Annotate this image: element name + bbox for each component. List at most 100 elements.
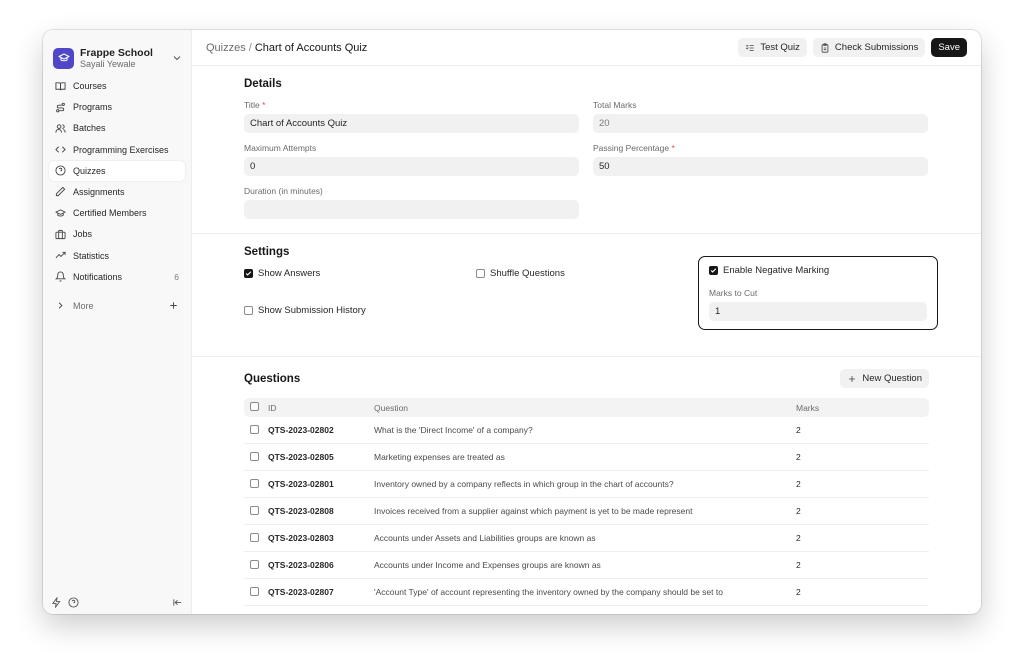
sidebar-footer: [51, 597, 183, 608]
shuffle-questions-checkbox[interactable]: Shuffle Questions: [476, 268, 565, 279]
save-button[interactable]: Save: [931, 38, 967, 57]
show-submission-history-checkbox[interactable]: Show Submission History: [244, 305, 366, 316]
row-checkbox[interactable]: [250, 451, 259, 461]
question-marks: 2: [796, 479, 801, 489]
question-marks: 2: [796, 560, 801, 570]
show-submission-history-label: Show Submission History: [258, 305, 366, 316]
enable-negative-marking-checkbox[interactable]: Enable Negative Marking: [709, 265, 927, 276]
notification-count: 6: [174, 271, 179, 282]
table-row[interactable]: QTS-2023-02807 'Account Type' of account…: [244, 579, 929, 606]
sidebar-item-label: Quizzes: [73, 165, 106, 176]
quiz-form: Details Title * Chart of Accounts Quiz T…: [192, 66, 981, 606]
sidebar-item-label: Courses: [73, 81, 107, 91]
question-marks: 2: [796, 452, 801, 462]
test-quiz-button[interactable]: Test Quiz: [738, 38, 807, 57]
sidebar-item-more[interactable]: More: [49, 296, 185, 316]
question-marks: 2: [796, 506, 801, 516]
app-window: Frappe School Sayali Yewale Courses Prog…: [43, 30, 981, 614]
sidebar-item-label: Assignments: [73, 186, 125, 197]
question-id: QTS-2023-02802: [268, 425, 334, 435]
sidebar-item-certified-members[interactable]: Certified Members: [49, 203, 185, 223]
table-row[interactable]: QTS-2023-02801 Inventory owned by a comp…: [244, 471, 929, 498]
sidebar-item-statistics[interactable]: Statistics: [49, 246, 185, 266]
column-marks: Marks: [796, 402, 820, 413]
settings-section: Settings Show Answers Shuffle Questions …: [244, 234, 938, 356]
check-submissions-label: Check Submissions: [834, 42, 919, 53]
row-checkbox[interactable]: [250, 424, 259, 434]
total-marks-input[interactable]: 20: [593, 114, 928, 133]
org-switcher[interactable]: Frappe School Sayali Yewale: [43, 30, 191, 76]
question-id: QTS-2023-02808: [268, 506, 334, 516]
table-row[interactable]: QTS-2023-02808 Invoices received from a …: [244, 498, 929, 525]
list-check-icon: [746, 44, 755, 51]
topbar: Quizzes / Chart of Accounts Quiz Test Quiz…: [192, 30, 981, 66]
show-answers-label: Show Answers: [258, 268, 321, 279]
sidebar-item-notifications[interactable]: Notifications 6: [49, 267, 185, 287]
sidebar-item-label: Notifications: [73, 271, 123, 282]
sidebar-item-label: Programming Exercises: [73, 144, 169, 155]
question-text: Accounts under Assets and Liabilities gr…: [374, 533, 596, 543]
table-row[interactable]: QTS-2023-02802 What is the 'Direct Incom…: [244, 417, 929, 444]
enable-negative-marking-label: Enable Negative Marking: [723, 265, 830, 276]
column-id: ID: [268, 402, 277, 413]
sidebar-item-label: Jobs: [73, 229, 93, 240]
new-question-button[interactable]: New Question: [840, 369, 929, 388]
marks-to-cut-input[interactable]: 1: [709, 302, 927, 321]
passing-percentage-input[interactable]: 50: [593, 157, 928, 176]
sidebar-item-assignments[interactable]: Assignments: [49, 182, 185, 202]
max-attempts-label: Maximum Attempts: [244, 143, 317, 153]
plus-icon: [849, 375, 856, 382]
checkbox-checked-icon: [709, 266, 718, 275]
show-answers-checkbox[interactable]: Show Answers: [244, 268, 320, 279]
sidebar-item-label: Statistics: [73, 250, 110, 261]
sidebar-item-programming-exercises[interactable]: Programming Exercises: [49, 140, 185, 160]
question-text: Marketing expenses are treated as: [374, 452, 505, 462]
duration-input[interactable]: [244, 200, 579, 219]
max-attempts-input[interactable]: 0: [244, 157, 579, 176]
sidebar-item-batches[interactable]: Batches: [49, 118, 185, 138]
checkbox-checked-icon: [244, 269, 253, 278]
briefcase-icon: [55, 229, 66, 239]
help-circle-icon[interactable]: [68, 597, 79, 608]
checkbox-unchecked-icon: [244, 306, 253, 315]
collapse-sidebar-icon[interactable]: [172, 597, 183, 608]
route-icon: [56, 102, 65, 112]
title-input[interactable]: Chart of Accounts Quiz: [244, 114, 579, 133]
checkbox-unchecked-icon: [476, 269, 485, 278]
row-checkbox[interactable]: [250, 478, 259, 488]
sidebar-item-courses[interactable]: Courses: [49, 76, 185, 96]
passing-percentage-label: Passing Percentage: [593, 143, 670, 153]
question-marks: 2: [796, 533, 801, 543]
sidebar-item-label: Batches: [73, 123, 106, 134]
sidebar-item-jobs[interactable]: Jobs: [49, 224, 185, 244]
sidebar-item-label: Certified Members: [73, 208, 147, 219]
sidebar-more-label: More: [73, 300, 94, 311]
table-row[interactable]: QTS-2023-02803 Accounts under Assets and…: [244, 525, 929, 552]
breadcrumb-quizzes[interactable]: Quizzes: [206, 42, 246, 54]
question-id: QTS-2023-02805: [268, 452, 334, 462]
row-checkbox[interactable]: [250, 532, 259, 542]
graduation-cap-icon: [55, 208, 66, 217]
chevron-down-icon[interactable]: [171, 52, 183, 64]
check-submissions-button[interactable]: Check Submissions: [812, 38, 926, 57]
sidebar-item-programs[interactable]: Programs: [49, 97, 185, 117]
lightning-icon[interactable]: [51, 597, 62, 608]
breadcrumb: Quizzes / Chart of Accounts Quiz: [206, 42, 732, 54]
question-id: QTS-2023-02807: [268, 587, 334, 597]
sidebar-item-quizzes[interactable]: Quizzes: [49, 160, 185, 181]
questions-section: Questions New Question ID Question Marks: [244, 357, 929, 606]
question-marks: 2: [796, 587, 801, 597]
plus-icon[interactable]: [168, 300, 179, 311]
users-icon: [55, 124, 66, 133]
user-name: Sayali Yewale: [80, 58, 136, 69]
row-checkbox[interactable]: [250, 505, 259, 515]
table-row[interactable]: QTS-2023-02806 Accounts under Income and…: [244, 552, 929, 579]
table-row[interactable]: QTS-2023-02805 Marketing expenses are tr…: [244, 444, 929, 471]
row-checkbox[interactable]: [250, 586, 259, 596]
row-checkbox[interactable]: [250, 559, 259, 569]
required-asterisk: *: [262, 100, 266, 110]
total-marks-label: Total Marks: [593, 100, 637, 110]
questions-table: ID Question Marks QTS-2023-02802 What is…: [244, 398, 929, 606]
chevron-right-icon: [58, 302, 63, 309]
select-all-checkbox[interactable]: [250, 402, 259, 411]
